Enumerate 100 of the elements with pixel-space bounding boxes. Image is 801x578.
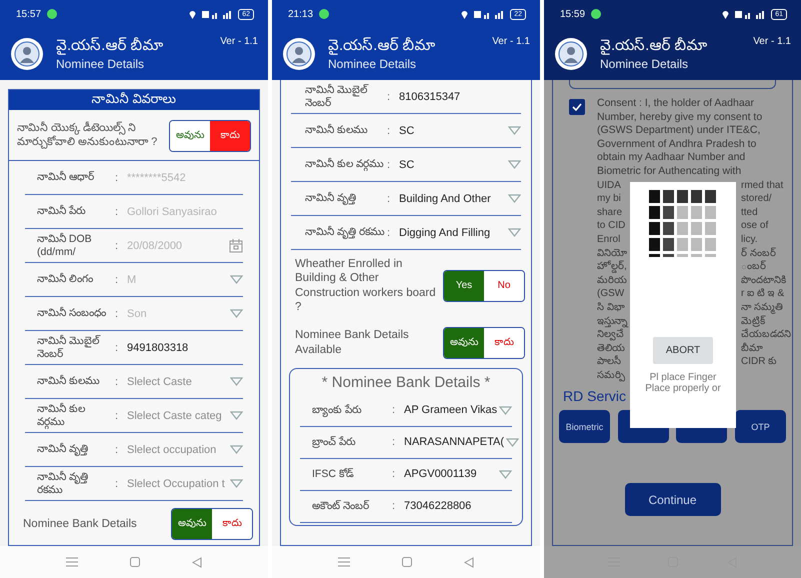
consent-text-fragment: Enrol: [597, 232, 620, 247]
menu-icon[interactable]: [338, 557, 350, 567]
field-label: నామినీ ఆధార్: [37, 171, 96, 184]
field-colon: :: [392, 404, 396, 416]
field-colon: :: [115, 274, 120, 286]
field-label: నామినీ కుల వర్గము: [37, 402, 86, 428]
otp-button[interactable]: OTP: [734, 410, 786, 444]
consent-text-fragment: ర్ నంబర్: [741, 246, 776, 260]
field-colon: :: [387, 124, 392, 136]
dropdown-field[interactable]: SC: [399, 124, 521, 136]
field-label: నామినీ మొబైల్ నెంబర్: [37, 334, 102, 360]
check-icon: [572, 103, 582, 111]
option-button[interactable]: Yes: [444, 270, 484, 301]
abort-button[interactable]: ABORT: [653, 337, 713, 364]
field-colon: :: [115, 206, 120, 218]
card-title: నామినీ వివరాలు: [9, 90, 259, 110]
location-icon: [722, 10, 730, 18]
option-button[interactable]: అవును: [444, 328, 484, 358]
field-colon: :: [387, 226, 392, 238]
version-label: Ver - 1.1: [492, 36, 530, 47]
question-text: Nominee Bank Details: [23, 516, 138, 532]
consent-text-fragment: వినియో: [597, 246, 627, 260]
field-label: బ్రాంచ్ పేరు: [312, 436, 357, 448]
status-time: 15:57: [16, 8, 42, 20]
field-label: నామినీ వృత్తి రకము: [37, 470, 89, 496]
field-colon: :: [115, 478, 120, 490]
question-text: Wheather Enrolled in Building & Other Construction workers board ?: [295, 257, 437, 314]
menu-icon[interactable]: [66, 557, 78, 567]
consent-text-fragment: tted: [741, 206, 758, 220]
consent-text-fragment: UIDA: [597, 178, 621, 192]
back-icon[interactable]: [464, 556, 474, 568]
version-label: Ver - 1.1: [753, 36, 791, 47]
dropdown-field[interactable]: APGV0001139: [404, 468, 512, 480]
field-label: నామినీ పేరు: [37, 205, 87, 218]
status-time: 21:13: [288, 8, 314, 20]
field-colon: :: [392, 500, 396, 512]
field-label: నామినీ కుల వర్గము: [305, 158, 385, 171]
field-colon: :: [115, 444, 120, 456]
dropdown-field[interactable]: Building And Other: [399, 192, 521, 204]
field-label: IFSC కోడ్: [312, 468, 355, 480]
consent-text-fragment: share: [597, 206, 622, 220]
option-button[interactable]: అవును: [170, 121, 210, 151]
consent-text-fragment: మెట్రిక్: [741, 314, 765, 328]
consent-text-fragment: r ఐ టి ఇ &: [741, 287, 784, 301]
consent-text-fragment: CIDR కు: [741, 355, 776, 369]
version-label: Ver - 1.1: [220, 36, 258, 47]
consent-text-fragment: ంబర్: [741, 260, 766, 274]
field-colon: :: [115, 308, 120, 320]
field-label: నామినీ కులము: [37, 375, 101, 388]
consent-text-fragment: rmed that: [741, 178, 784, 192]
consent-text-fragment: పాలసీ: [597, 355, 621, 369]
dropdown-field[interactable]: SC: [399, 158, 521, 170]
text-field[interactable]: 73046228806: [404, 500, 512, 512]
field-colon: :: [115, 342, 120, 354]
dialog-message: Place properly or: [645, 383, 721, 394]
dropdown-field[interactable]: Digging And Filling: [399, 226, 521, 238]
call-icon: [591, 9, 602, 19]
signal-icon: [735, 10, 766, 18]
field-colon: :: [115, 240, 120, 252]
section-heading: RD Servic: [562, 387, 626, 404]
location-icon: [461, 10, 468, 18]
back-icon[interactable]: [192, 556, 202, 568]
consent-text-fragment: బీమా: [741, 342, 763, 356]
consent-text-fragment: to CID: [597, 219, 626, 233]
field-colon: :: [392, 436, 396, 448]
dropdown-field[interactable]: NARASANNAPETA(: [404, 436, 512, 448]
home-icon[interactable]: [402, 557, 412, 567]
consent-text-fragment: ose of: [741, 219, 768, 233]
continue-button[interactable]: Continue: [624, 483, 720, 516]
consent-text-fragment: stored/: [741, 192, 772, 206]
emblem-icon: [282, 37, 316, 71]
consent-text-fragment: నిల్వచే: [597, 328, 624, 342]
status-time: 15:59: [560, 8, 586, 20]
field-label: బ్యాంకు పేరు: [312, 404, 363, 416]
field-label: నామినీ కులము: [305, 124, 369, 137]
text-field[interactable]: 9491803318: [127, 342, 243, 354]
field-colon: :: [387, 158, 392, 170]
emblem-icon: [554, 37, 588, 71]
option-button[interactable]: అవును: [172, 509, 212, 539]
consent-checkbox[interactable]: [569, 99, 585, 115]
consent-text-fragment: my bi: [597, 192, 621, 206]
emblem-icon: [10, 37, 44, 71]
option-button[interactable]: కాదు: [210, 121, 250, 151]
dropdown-field[interactable]: AP Grameen Vikas: [404, 404, 512, 416]
home-icon[interactable]: [130, 557, 140, 567]
field-colon: :: [387, 90, 392, 102]
signal-icon: [202, 10, 232, 18]
option-button[interactable]: No: [484, 270, 524, 301]
biometric-button[interactable]: Biometric: [559, 410, 610, 444]
question-text: నామినీ యొక్క డీటెయిల్స్ ని మార్చుకోవాలి అనుకుంటునారా ?: [17, 122, 158, 150]
field-label: నామినీ వృత్తి: [305, 192, 357, 205]
text-field[interactable]: 8106315347: [399, 90, 521, 102]
field-label: నామినీ మొబైల్ నెంబర్: [305, 84, 370, 110]
option-button[interactable]: కాదు: [484, 328, 524, 358]
field-label: నామినీ DOB (dd/mm/: [37, 232, 93, 258]
dialog-message: Pl place Finger: [650, 372, 716, 383]
consent-text-fragment: నా సమ్మతి: [741, 300, 783, 314]
question-text: Nominee Bank Details Available: [295, 328, 410, 357]
field-label: అకౌంట్ నెంబర్: [312, 500, 370, 512]
option-button[interactable]: కాదు: [212, 509, 252, 539]
